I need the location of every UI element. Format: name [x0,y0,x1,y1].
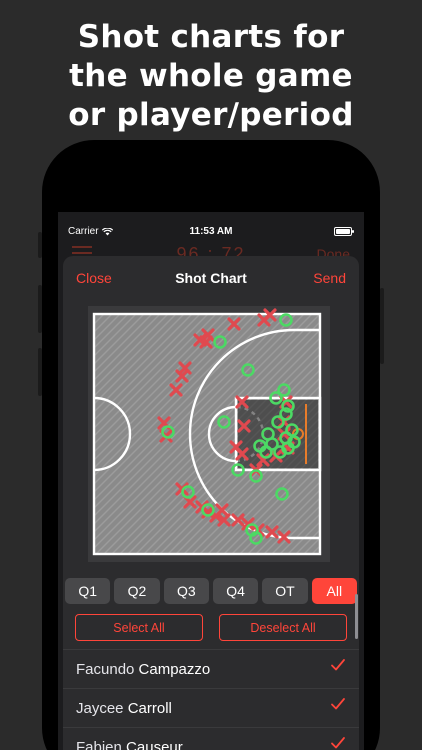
period-ot[interactable]: OT [262,578,308,604]
player-first-name: Fabien [76,739,122,750]
player-name: Jaycee Carroll [76,700,172,717]
shot-chart-court[interactable] [88,306,330,562]
court-drawing [92,308,322,556]
send-button[interactable]: Send [313,270,346,286]
phone-volume-up [38,285,42,333]
player-row[interactable]: Jaycee Carroll [63,688,359,727]
period-selector: Q1 Q2 Q3 Q4 OT All [65,578,357,604]
phone-power-button [380,288,384,364]
player-name: Facundo Campazzo [76,661,210,678]
checkmark-icon [331,659,345,671]
promo-line-3: or player/period [68,97,354,133]
select-all-button[interactable]: Select All [75,614,203,641]
period-q3[interactable]: Q3 [163,578,209,604]
player-name: Fabien Causeur [76,739,183,750]
shot-chart-sheet: Close Shot Chart Send Q1 Q2 Q3 Q4 OT All… [63,256,359,750]
player-first-name: Facundo [76,661,135,678]
player-first-name: Jaycee [76,700,124,717]
promo-line-1: Shot charts for [77,19,345,55]
phone-screen: Carrier 11:53 AM 96 : 72 Done Close Shot… [58,212,364,750]
period-q4[interactable]: Q4 [212,578,259,604]
player-last-name: Carroll [127,700,172,717]
phone-silent-switch [38,232,42,258]
deselect-all-button[interactable]: Deselect All [219,614,347,641]
sheet-header: Close Shot Chart Send [63,256,359,298]
period-q1[interactable]: Q1 [65,578,111,604]
player-list: Facundo Campazzo Jaycee Carroll Fabien C… [63,649,359,750]
player-row[interactable]: Fabien Causeur [63,727,359,750]
checkmark-icon [331,698,345,710]
phone-volume-down [38,348,42,396]
period-q2[interactable]: Q2 [114,578,160,604]
promo-headline: Shot charts for the whole game or player… [0,18,422,135]
promo-line-2: the whole game [69,58,353,94]
battery-icon [334,227,354,236]
status-bar: Carrier 11:53 AM [58,224,364,240]
checkmark-icon [331,737,345,749]
selection-buttons: Select All Deselect All [75,614,347,642]
status-time: 11:53 AM [189,226,233,237]
player-row[interactable]: Facundo Campazzo [63,649,359,688]
period-all[interactable]: All [311,578,357,604]
scroll-indicator[interactable] [355,594,358,639]
player-last-name: Campazzo [138,661,211,678]
player-last-name: Causeur [126,739,183,750]
